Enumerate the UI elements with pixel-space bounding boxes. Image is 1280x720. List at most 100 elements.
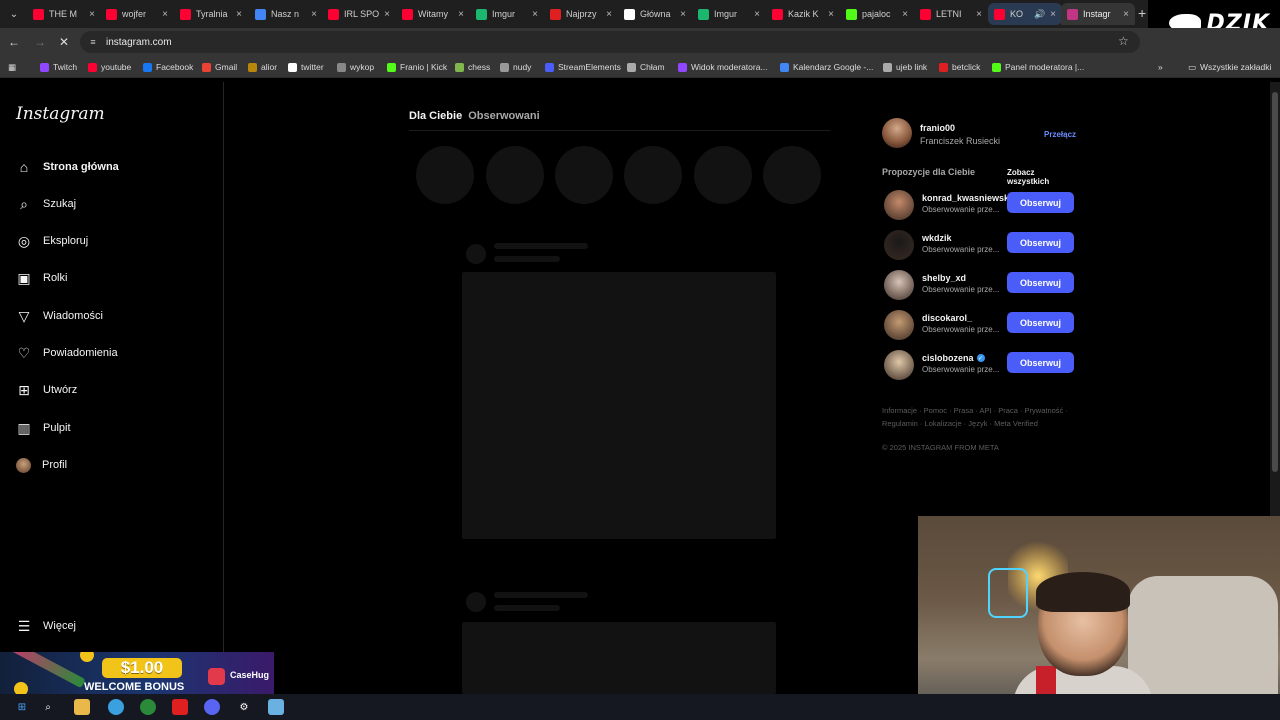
close-icon[interactable]: × bbox=[89, 9, 95, 20]
bookmark-item[interactable]: Franio | Kick bbox=[387, 60, 447, 74]
nav-item[interactable]: ◎ Eksploruj bbox=[16, 229, 88, 253]
nav-item[interactable]: ⊞ Utwórz bbox=[16, 378, 77, 402]
bookmark-item[interactable]: Widok moderatora... bbox=[678, 60, 768, 74]
nav-item[interactable]: ▽ Wiadomości bbox=[16, 304, 103, 328]
follow-button[interactable]: Obserwuj bbox=[1007, 352, 1074, 373]
current-username[interactable]: franio00 bbox=[920, 123, 955, 133]
avatar[interactable] bbox=[884, 270, 914, 300]
speaker-icon[interactable]: 🔊 bbox=[1034, 9, 1045, 20]
app-icon[interactable] bbox=[172, 699, 188, 715]
browser-tab[interactable]: KO 🔊 × bbox=[988, 3, 1062, 25]
bookmark-item[interactable]: Gmail bbox=[202, 60, 237, 74]
browser-tab[interactable]: wojfer × bbox=[100, 3, 174, 25]
bookmark-item[interactable]: Kalendarz Google -... bbox=[780, 60, 873, 74]
instagram-logo[interactable]: Instagram bbox=[16, 104, 105, 124]
nav-item-more[interactable]: ☰ Więcej bbox=[16, 614, 76, 638]
bookmark-item[interactable]: chess bbox=[455, 60, 490, 74]
bookmark-item[interactable]: StreamElements bbox=[545, 60, 621, 74]
close-icon[interactable]: × bbox=[162, 9, 168, 20]
browser-tab[interactable]: Instagr × bbox=[1061, 3, 1135, 25]
close-icon[interactable]: × bbox=[236, 9, 242, 20]
tab-search-icon[interactable]: ⌄ bbox=[6, 6, 22, 22]
tab-for-you[interactable]: Dla Ciebie bbox=[409, 110, 462, 122]
nav-item[interactable]: Profil bbox=[16, 453, 67, 477]
browser-tab[interactable]: THE M × bbox=[27, 3, 101, 25]
follow-button[interactable]: Obserwuj bbox=[1007, 232, 1074, 253]
app-icon[interactable] bbox=[268, 699, 284, 715]
browser-tab[interactable]: LETNI × bbox=[914, 3, 988, 25]
file-explorer-icon[interactable] bbox=[74, 699, 90, 715]
more-bookmarks-button[interactable]: » bbox=[1158, 60, 1163, 74]
chrome-icon[interactable] bbox=[140, 699, 156, 715]
nav-item[interactable]: ♡ Powiadomienia bbox=[16, 341, 118, 365]
tab-following[interactable]: Obserwowani bbox=[468, 110, 540, 122]
avatar[interactable] bbox=[884, 350, 914, 380]
browser-tab[interactable]: Kazik K × bbox=[766, 3, 840, 25]
close-icon[interactable]: × bbox=[680, 9, 686, 20]
stop-loading-icon[interactable]: ✕ bbox=[56, 34, 72, 50]
bookmark-item[interactable]: Chłam bbox=[627, 60, 665, 74]
nav-item[interactable]: ⌕ Szukaj bbox=[16, 192, 76, 216]
edge-icon[interactable] bbox=[108, 699, 124, 715]
browser-tab[interactable]: Główna × bbox=[618, 3, 692, 25]
bookmark-item[interactable]: Twitch bbox=[40, 60, 77, 74]
address-bar[interactable]: ≡ instagram.com bbox=[80, 31, 1140, 53]
bookmark-star-icon[interactable]: ☆ bbox=[1118, 34, 1129, 48]
close-icon[interactable]: × bbox=[1123, 9, 1129, 20]
close-icon[interactable]: × bbox=[828, 9, 834, 20]
footer-links[interactable]: Informacje · Pomoc · Prasa · API · Praca… bbox=[882, 404, 1082, 430]
close-icon[interactable]: × bbox=[754, 9, 760, 20]
follow-button[interactable]: Obserwuj bbox=[1007, 272, 1074, 293]
start-icon[interactable]: ⊞ bbox=[14, 699, 30, 715]
see-all-link[interactable]: Zobacz wszystkich bbox=[1007, 168, 1074, 186]
close-icon[interactable]: × bbox=[1050, 9, 1056, 20]
forward-icon[interactable]: → bbox=[32, 34, 48, 50]
discord-icon[interactable] bbox=[204, 699, 220, 715]
close-icon[interactable]: × bbox=[532, 9, 538, 20]
close-icon[interactable]: × bbox=[606, 9, 612, 20]
bookmark-item[interactable]: wykop bbox=[337, 60, 374, 74]
browser-tab[interactable]: Imgur × bbox=[692, 3, 766, 25]
bookmark-item[interactable]: youtube bbox=[88, 60, 131, 74]
casehug-ad-banner[interactable]: $1.00 WELCOME BONUS CaseHug bbox=[0, 652, 274, 694]
close-icon[interactable]: × bbox=[976, 9, 982, 20]
suggestion-username[interactable]: wkdzik bbox=[922, 233, 1010, 243]
search-icon[interactable]: ⌕ bbox=[40, 699, 56, 715]
nav-item[interactable]: ▥ Pulpit bbox=[16, 416, 70, 440]
suggestion-username[interactable]: konrad_kwasniewski bbox=[922, 193, 1010, 203]
browser-tab[interactable]: Nasz n × bbox=[249, 3, 323, 25]
bookmark-item[interactable]: Panel moderatora |... bbox=[992, 60, 1084, 74]
avatar[interactable] bbox=[884, 230, 914, 260]
bookmark-item[interactable]: twitter bbox=[288, 60, 324, 74]
new-tab-button[interactable]: + bbox=[1138, 5, 1146, 21]
avatar[interactable] bbox=[884, 190, 914, 220]
close-icon[interactable]: × bbox=[902, 9, 908, 20]
suggestion-username[interactable]: shelby_xd bbox=[922, 273, 1010, 283]
browser-tab[interactable]: Witamy × bbox=[396, 3, 470, 25]
browser-tab[interactable]: Imgur × bbox=[470, 3, 544, 25]
follow-button[interactable]: Obserwuj bbox=[1007, 312, 1074, 333]
browser-tab[interactable]: Najprzy × bbox=[544, 3, 618, 25]
site-info-icon[interactable]: ≡ bbox=[88, 37, 98, 47]
back-icon[interactable]: ← bbox=[6, 34, 22, 50]
url-text[interactable]: instagram.com bbox=[106, 37, 172, 48]
footer-links-line[interactable]: Regulamin · Lokalizacje · Język · Meta V… bbox=[882, 417, 1082, 430]
avatar[interactable] bbox=[882, 118, 912, 148]
browser-tab[interactable]: Tyralnia × bbox=[174, 3, 248, 25]
nav-item[interactable]: ⌂ Strona główna bbox=[16, 155, 119, 179]
close-icon[interactable]: × bbox=[384, 9, 390, 20]
suggestion-username[interactable]: discokarol_ bbox=[922, 313, 1010, 323]
switch-account-link[interactable]: Przełącz bbox=[1044, 130, 1076, 139]
nav-item[interactable]: ▣ Rolki bbox=[16, 266, 67, 290]
close-icon[interactable]: × bbox=[458, 9, 464, 20]
scrollbar-thumb[interactable] bbox=[1272, 92, 1278, 472]
footer-links-line[interactable]: Informacje · Pomoc · Prasa · API · Praca… bbox=[882, 404, 1082, 417]
browser-tab[interactable]: IRL SPO × bbox=[322, 3, 396, 25]
close-icon[interactable]: × bbox=[311, 9, 317, 20]
suggestion-username[interactable]: cislobozena ✓ bbox=[922, 353, 1010, 363]
bookmark-item[interactable]: betclick bbox=[939, 60, 980, 74]
bookmark-item[interactable]: nudy bbox=[500, 60, 531, 74]
settings-icon[interactable]: ⚙ bbox=[236, 699, 252, 715]
bookmark-item[interactable]: ujeb link bbox=[883, 60, 927, 74]
bookmark-item[interactable]: Facebook bbox=[143, 60, 193, 74]
